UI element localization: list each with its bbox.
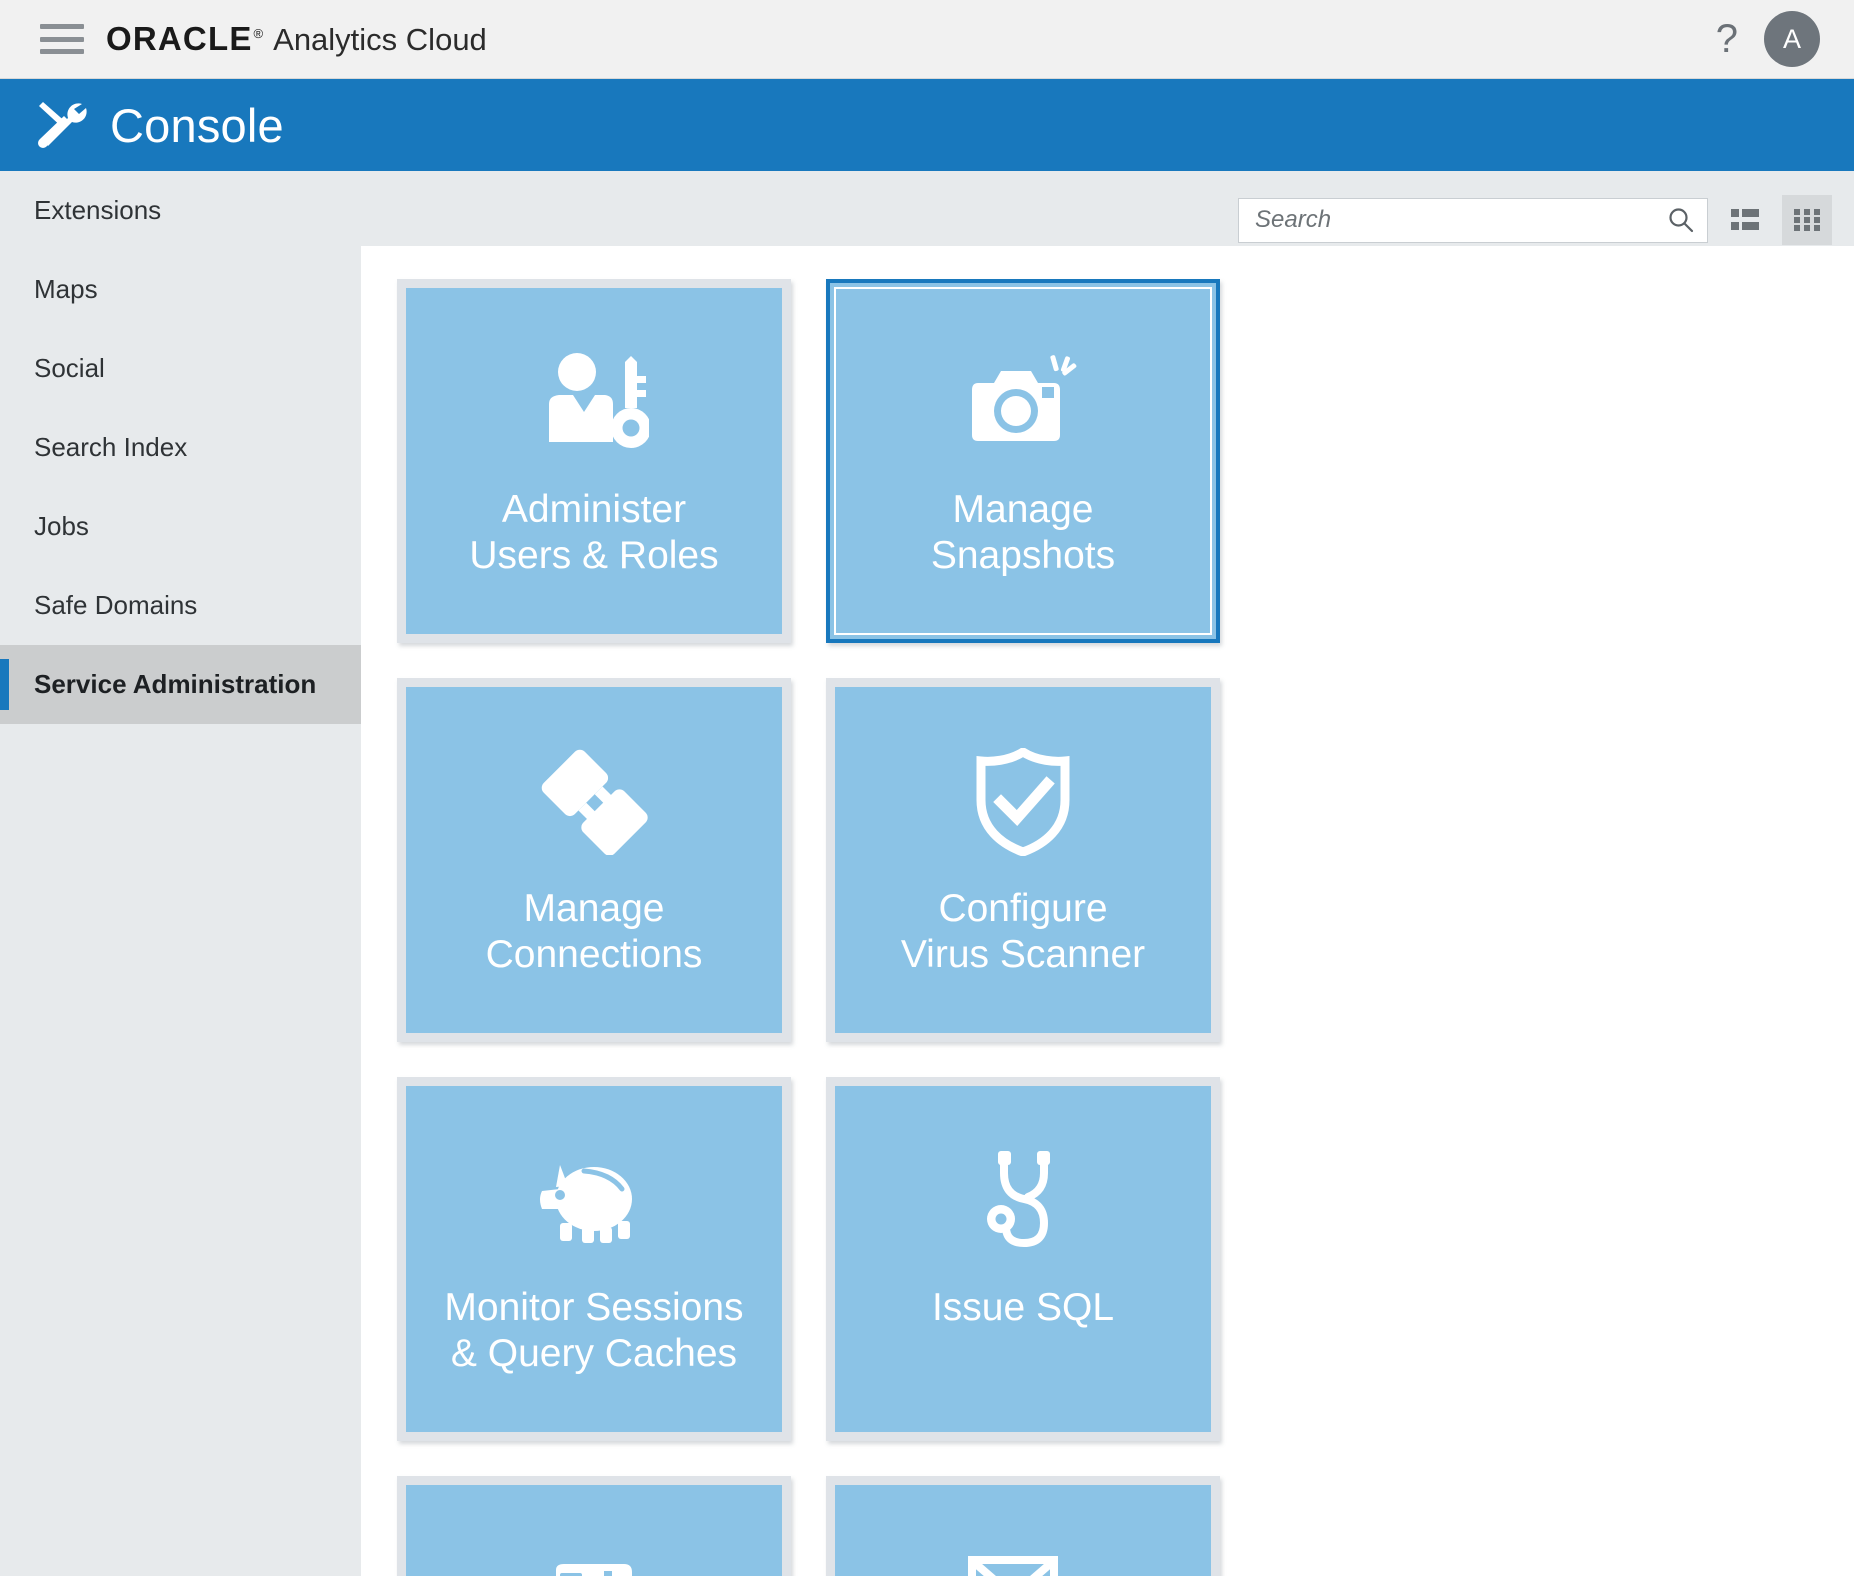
user-key-icon — [539, 340, 649, 465]
tile-configure-mail-settings[interactable]: Configure Mail Settings — [826, 1476, 1220, 1576]
piggy-bank-icon — [538, 1138, 650, 1263]
search-input[interactable] — [1239, 200, 1655, 241]
sidebar-item-search-index[interactable]: Search Index — [0, 408, 361, 487]
tile-configure-virus-scanner[interactable]: Configure Virus Scanner — [826, 678, 1220, 1042]
grid-view-icon[interactable] — [1782, 195, 1832, 245]
help-icon[interactable]: ? — [1716, 19, 1738, 59]
tile-monitor-sessions-query-caches[interactable]: Monitor Sessions & Query Caches — [397, 1077, 791, 1441]
sidebar-item-label: Search Index — [34, 432, 187, 463]
plug-connector-icon — [539, 739, 649, 864]
search-box[interactable] — [1238, 198, 1708, 243]
console-banner: Console — [0, 79, 1854, 171]
sidebar-item-maps[interactable]: Maps — [0, 250, 361, 329]
tile-label: Monitor Sessions & Query Caches — [432, 1285, 755, 1377]
avatar-initial: A — [1783, 24, 1801, 55]
tile-administer-users-and-roles[interactable]: Administer Users & Roles — [397, 279, 791, 643]
sidebar-item-safe-domains[interactable]: Safe Domains — [0, 566, 361, 645]
sidebar-item-label: Social — [34, 353, 105, 384]
sidebar-item-service-administration[interactable]: Service Administration — [0, 645, 361, 724]
hamburger-bar — [40, 37, 84, 42]
shield-check-icon — [973, 739, 1073, 864]
sidebar-item-extensions[interactable]: Extensions — [0, 171, 361, 250]
hamburger-menu-icon[interactable] — [40, 24, 84, 54]
tile-label: Issue SQL — [920, 1285, 1126, 1331]
registered-mark: ® — [254, 26, 264, 41]
avatar[interactable]: A — [1764, 11, 1820, 67]
tile-grid: Administer Users & Roles — [397, 279, 1647, 1576]
tile-label: Configure Virus Scanner — [889, 886, 1157, 978]
tiles-panel: Administer Users & Roles — [361, 246, 1854, 1576]
content-area: Administer Users & Roles — [361, 171, 1854, 1576]
camera-icon — [968, 340, 1078, 465]
hamburger-bar — [40, 24, 84, 29]
global-header: ORACLE ® Analytics Cloud ? A — [0, 0, 1854, 79]
mail-gear-icon — [967, 1537, 1079, 1576]
search-icon[interactable] — [1655, 199, 1707, 242]
sidebar-item-jobs[interactable]: Jobs — [0, 487, 361, 566]
tile-label: Administer Users & Roles — [457, 487, 730, 579]
product-name: Analytics Cloud — [273, 22, 487, 58]
brand-oracle-text: ORACLE — [106, 20, 253, 58]
tile-issue-sql[interactable]: Issue SQL — [826, 1077, 1220, 1441]
console-page: ORACLE ® Analytics Cloud ? A Console Ext… — [0, 0, 1854, 1576]
tile-label: Manage Snapshots — [919, 487, 1127, 579]
sidebar-item-label: Extensions — [34, 195, 161, 226]
sidebar-item-label: Maps — [34, 274, 98, 305]
brand-logo: ORACLE ® Analytics Cloud — [106, 20, 487, 58]
header-actions: ? A — [1716, 11, 1820, 67]
sidebar: Extensions Maps Social Search Index Jobs… — [0, 171, 361, 1576]
tile-label: Manage Connections — [474, 886, 715, 978]
tile-manage-snapshots[interactable]: Manage Snapshots — [826, 279, 1220, 643]
page-title: Console — [110, 98, 284, 153]
delivery-truck-icon — [538, 1537, 650, 1576]
stethoscope-icon — [974, 1138, 1072, 1263]
sidebar-item-label: Safe Domains — [34, 590, 197, 621]
tile-monitor-deliveries[interactable]: Monitor Deliveries — [397, 1476, 791, 1576]
list-view-icon[interactable] — [1720, 195, 1770, 245]
sidebar-item-label: Jobs — [34, 511, 89, 542]
tools-icon — [34, 98, 88, 152]
sidebar-item-social[interactable]: Social — [0, 329, 361, 408]
tile-manage-connections[interactable]: Manage Connections — [397, 678, 791, 1042]
sidebar-item-label: Service Administration — [34, 669, 316, 700]
hamburger-bar — [40, 49, 84, 54]
